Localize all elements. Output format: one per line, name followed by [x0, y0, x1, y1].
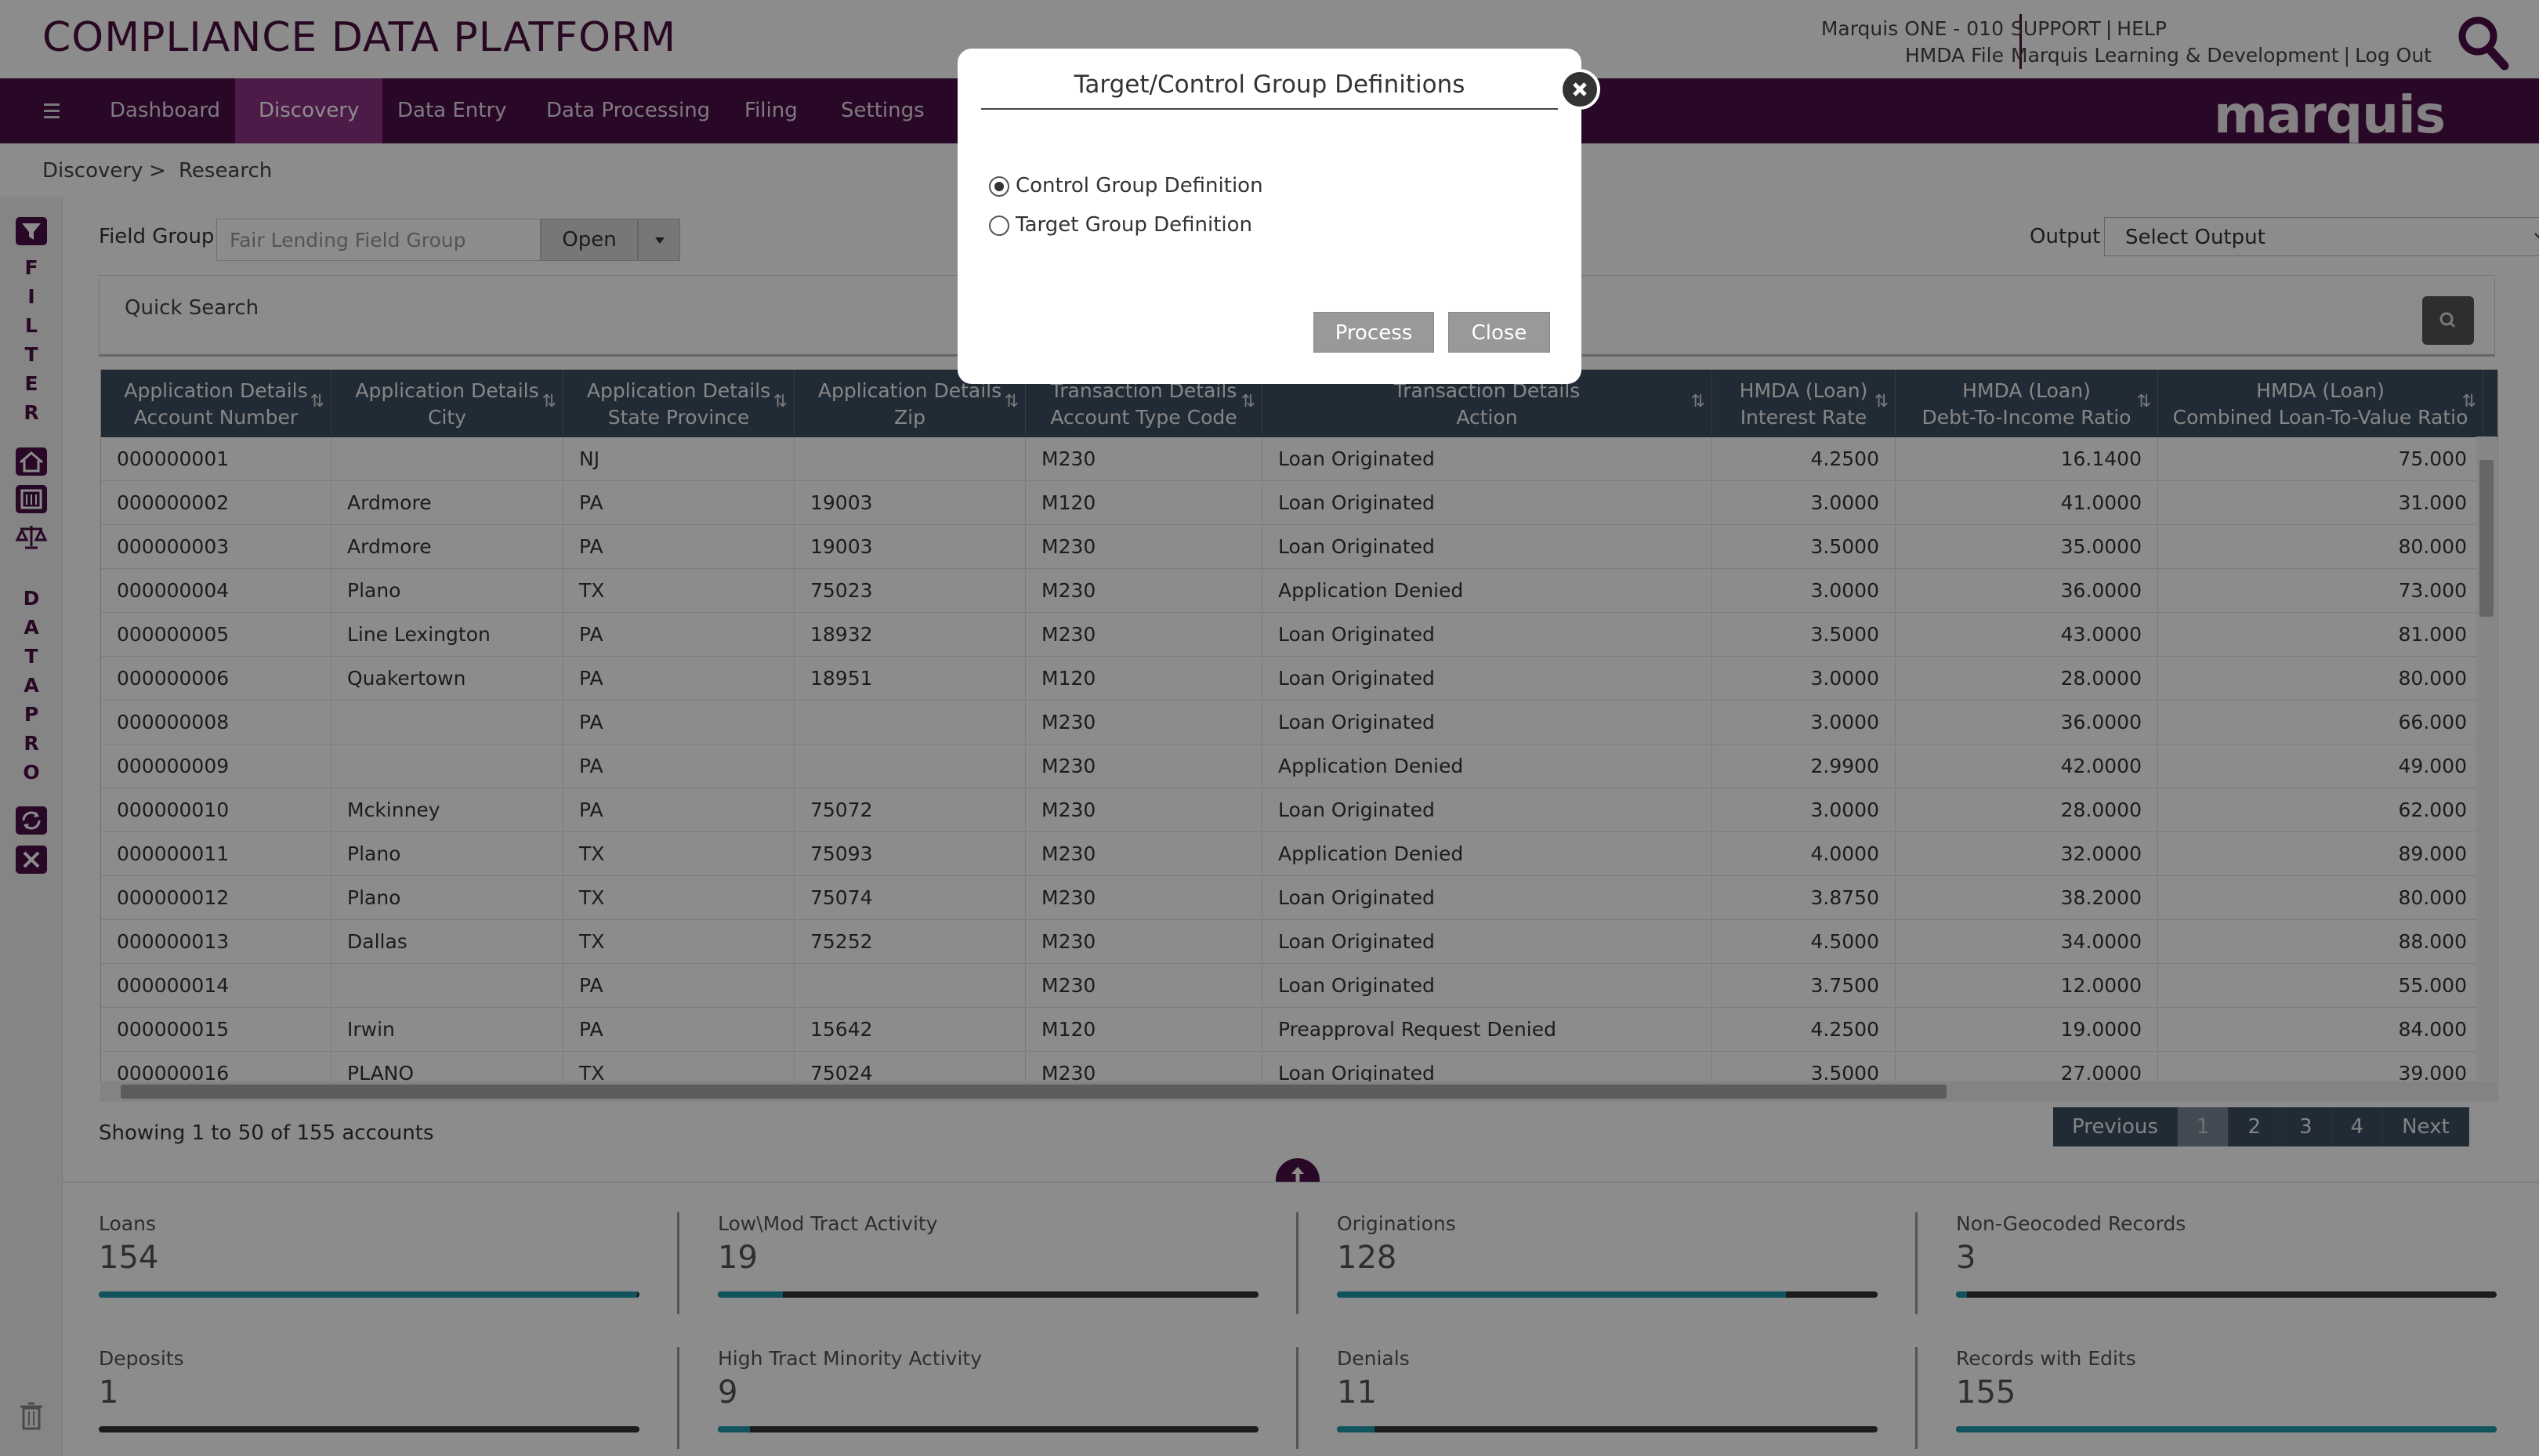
control-group-option[interactable]: Control Group Definition — [989, 174, 1263, 197]
target-group-radio[interactable] — [989, 215, 1009, 236]
dialog-title: Target/Control Group Definitions — [981, 71, 1558, 110]
control-group-radio[interactable] — [989, 176, 1009, 197]
target-group-option[interactable]: Target Group Definition — [989, 213, 1252, 237]
group-definitions-dialog: Target/Control Group Definitions Control… — [958, 49, 1600, 384]
close-button[interactable]: Close — [1448, 312, 1550, 353]
target-group-label: Target Group Definition — [1016, 213, 1253, 237]
close-icon[interactable] — [1559, 69, 1600, 110]
control-group-label: Control Group Definition — [1016, 174, 1263, 197]
process-button[interactable]: Process — [1313, 312, 1434, 353]
